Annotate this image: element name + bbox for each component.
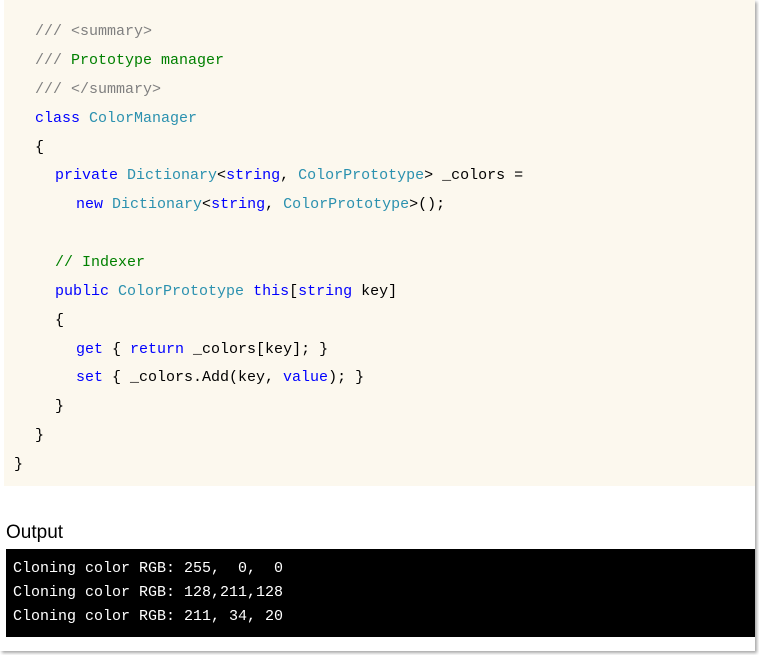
keyword-string: string — [226, 167, 281, 184]
brace-close: } — [14, 456, 24, 473]
screenshot-frame: /// <summary> /// Prototype manager /// … — [0, 0, 755, 651]
code-line-1: /// <summary> — [35, 22, 152, 42]
comma: , — [280, 167, 299, 184]
type-colorprototype: ColorPrototype — [283, 196, 410, 213]
code-line-2: /// Prototype manager — [35, 51, 224, 71]
output-heading: Output — [6, 522, 64, 543]
keyword-private: private — [55, 167, 119, 184]
code-line-10: { — [55, 311, 64, 331]
brace-open: { — [55, 312, 65, 329]
keyword-public: public — [55, 283, 110, 300]
keyword-get: get — [76, 341, 104, 358]
xmldoc-comment: /// <summary> — [35, 23, 153, 40]
getter-open: { — [103, 341, 131, 358]
xmldoc-summary-text: Prototype manager — [71, 52, 225, 69]
angle-open: < — [202, 196, 212, 213]
code-line-14: } — [35, 426, 44, 446]
type-dictionary: Dictionary — [112, 196, 203, 213]
bracket-open: [ — [289, 283, 299, 300]
keyword-set: set — [76, 369, 104, 386]
keyword-string: string — [298, 283, 353, 300]
setter-body: { _colors.Add(key, — [103, 369, 284, 386]
code-line-3: /// </summary> — [35, 80, 161, 100]
angle-open: < — [217, 167, 227, 184]
brace-close: } — [55, 398, 65, 415]
code-line-13: } — [55, 397, 64, 417]
code-line-9: public ColorPrototype this[string key] — [55, 282, 397, 302]
keyword-this: this — [253, 283, 290, 300]
console-output: Cloning color RGB: 255, 0, 0 Cloning col… — [6, 549, 755, 637]
getter-body-rest: _colors[key]; } — [184, 341, 329, 358]
brace-close: } — [35, 427, 45, 444]
code-line-6: private Dictionary<string, ColorPrototyp… — [55, 166, 523, 186]
comment-indexer: // Indexer — [55, 254, 146, 271]
code-line-15: } — [14, 455, 23, 475]
xmldoc-comment: /// </summary> — [35, 81, 162, 98]
keyword-new: new — [76, 196, 104, 213]
code-line-11: get { return _colors[key]; } — [76, 340, 328, 360]
keyword-value: value — [283, 369, 329, 386]
type-dictionary: Dictionary — [127, 167, 218, 184]
code-block: /// <summary> /// Prototype manager /// … — [4, 0, 755, 486]
keyword-string: string — [211, 196, 266, 213]
console-line-2: Cloning color RGB: 128,211,128 — [13, 584, 284, 601]
type-colormanager: ColorManager — [89, 110, 198, 127]
xmldoc-prefix: /// — [35, 52, 72, 69]
code-line-7: new Dictionary<string, ColorPrototype>()… — [76, 195, 445, 215]
keyword-return: return — [130, 341, 185, 358]
type-colorprototype: ColorPrototype — [298, 167, 425, 184]
type-colorprototype: ColorPrototype — [118, 283, 245, 300]
code-line-4: class ColorManager — [35, 109, 197, 129]
indexer-param-rest: key] — [352, 283, 398, 300]
code-line-8: // Indexer — [55, 253, 145, 273]
field-declaration-rest: > _colors = — [424, 167, 524, 184]
console-line-1: Cloning color RGB: 255, 0, 0 — [13, 560, 284, 577]
code-line-12: set { _colors.Add(key, value); } — [76, 368, 364, 388]
setter-body-rest: ); } — [328, 369, 365, 386]
keyword-class: class — [35, 110, 81, 127]
code-line-5: { — [35, 138, 44, 158]
brace-open: { — [35, 139, 45, 156]
console-line-3: Cloning color RGB: 211, 34, 20 — [13, 608, 284, 625]
comma: , — [265, 196, 284, 213]
constructor-call-rest: >(); — [409, 196, 446, 213]
